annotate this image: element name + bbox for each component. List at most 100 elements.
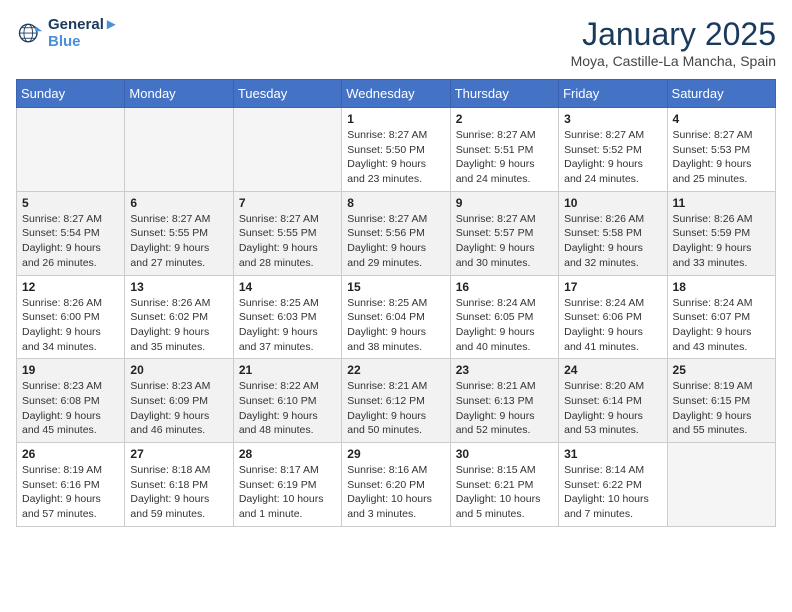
day-info: Sunrise: 8:26 AMSunset: 5:58 PMDaylight:…: [564, 212, 661, 271]
calendar-cell: [17, 108, 125, 192]
calendar-cell: 27 Sunrise: 8:18 AMSunset: 6:18 PMDayligh…: [125, 443, 233, 527]
day-number: 21: [239, 363, 336, 377]
day-number: 17: [564, 280, 661, 294]
day-number: 28: [239, 447, 336, 461]
day-info: Sunrise: 8:27 AMSunset: 5:51 PMDaylight:…: [456, 128, 553, 187]
calendar-cell: 19 Sunrise: 8:23 AMSunset: 6:08 PMDayligh…: [17, 359, 125, 443]
day-number: 10: [564, 196, 661, 210]
calendar-week-row: 12Sunrise: 8:26 AMSunset: 6:00 PMDayligh…: [17, 275, 776, 359]
day-info: Sunrise: 8:15 AMSunset: 6:21 PMDaylight:…: [456, 463, 553, 522]
day-info: Sunrise: 8:27 AMSunset: 5:57 PMDaylight:…: [456, 212, 553, 271]
calendar-cell: [233, 108, 341, 192]
calendar-cell: 4 Sunrise: 8:27 AMSunset: 5:53 PMDaylight…: [667, 108, 775, 192]
day-number: 23: [456, 363, 553, 377]
day-number: 27: [130, 447, 227, 461]
day-number: 18: [673, 280, 770, 294]
calendar-cell: 18 Sunrise: 8:24 AMSunset: 6:07 PMDayligh…: [667, 275, 775, 359]
calendar-cell: 7Sunrise: 8:27 AMSunset: 5:55 PMDaylight…: [233, 191, 341, 275]
day-info: Sunrise: 8:27 AMSunset: 5:53 PMDaylight:…: [673, 128, 770, 187]
logo: General► Blue: [16, 16, 119, 50]
calendar-week-row: 26 Sunrise: 8:19 AMSunset: 6:16 PMDayligh…: [17, 443, 776, 527]
calendar-col-header: Thursday: [450, 80, 558, 108]
day-number: 29: [347, 447, 444, 461]
day-info: Sunrise: 8:23 AMSunset: 6:09 PMDaylight:…: [130, 379, 227, 438]
day-number: 24: [564, 363, 661, 377]
day-info: Sunrise: 8:27 AMSunset: 5:52 PMDaylight:…: [564, 128, 661, 187]
calendar-cell: 12Sunrise: 8:26 AMSunset: 6:00 PMDayligh…: [17, 275, 125, 359]
calendar-cell: 1Sunrise: 8:27 AMSunset: 5:50 PMDaylight…: [342, 108, 450, 192]
calendar: SundayMondayTuesdayWednesdayThursdayFrid…: [16, 79, 776, 527]
day-number: 1: [347, 112, 444, 126]
day-info: Sunrise: 8:25 AMSunset: 6:04 PMDaylight:…: [347, 296, 444, 355]
calendar-week-row: 1Sunrise: 8:27 AMSunset: 5:50 PMDaylight…: [17, 108, 776, 192]
day-number: 8: [347, 196, 444, 210]
day-info: Sunrise: 8:24 AMSunset: 6:05 PMDaylight:…: [456, 296, 553, 355]
calendar-cell: 3 Sunrise: 8:27 AMSunset: 5:52 PMDaylight…: [559, 108, 667, 192]
calendar-cell: 11 Sunrise: 8:26 AMSunset: 5:59 PMDayligh…: [667, 191, 775, 275]
day-info: Sunrise: 8:16 AMSunset: 6:20 PMDaylight:…: [347, 463, 444, 522]
day-info: Sunrise: 8:26 AMSunset: 5:59 PMDaylight:…: [673, 212, 770, 271]
calendar-cell: 20Sunrise: 8:23 AMSunset: 6:09 PMDayligh…: [125, 359, 233, 443]
location: Moya, Castille-La Mancha, Spain: [571, 53, 776, 69]
logo-icon: [16, 19, 44, 47]
day-number: 26: [22, 447, 119, 461]
calendar-cell: 13 Sunrise: 8:26 AMSunset: 6:02 PMDayligh…: [125, 275, 233, 359]
day-number: 22: [347, 363, 444, 377]
day-info: Sunrise: 8:19 AMSunset: 6:16 PMDaylight:…: [22, 463, 119, 522]
day-info: Sunrise: 8:20 AMSunset: 6:14 PMDaylight:…: [564, 379, 661, 438]
day-number: 5: [22, 196, 119, 210]
calendar-cell: 14Sunrise: 8:25 AMSunset: 6:03 PMDayligh…: [233, 275, 341, 359]
calendar-col-header: Monday: [125, 80, 233, 108]
calendar-cell: 29 Sunrise: 8:16 AMSunset: 6:20 PMDayligh…: [342, 443, 450, 527]
day-info: Sunrise: 8:24 AMSunset: 6:07 PMDaylight:…: [673, 296, 770, 355]
day-number: 15: [347, 280, 444, 294]
calendar-week-row: 19 Sunrise: 8:23 AMSunset: 6:08 PMDayligh…: [17, 359, 776, 443]
day-number: 3: [564, 112, 661, 126]
calendar-cell: [125, 108, 233, 192]
calendar-cell: 9 Sunrise: 8:27 AMSunset: 5:57 PMDaylight…: [450, 191, 558, 275]
calendar-col-header: Friday: [559, 80, 667, 108]
calendar-cell: 21 Sunrise: 8:22 AMSunset: 6:10 PMDayligh…: [233, 359, 341, 443]
day-number: 16: [456, 280, 553, 294]
day-number: 13: [130, 280, 227, 294]
day-number: 2: [456, 112, 553, 126]
day-number: 11: [673, 196, 770, 210]
calendar-cell: 2 Sunrise: 8:27 AMSunset: 5:51 PMDaylight…: [450, 108, 558, 192]
day-info: Sunrise: 8:18 AMSunset: 6:18 PMDaylight:…: [130, 463, 227, 522]
day-info: Sunrise: 8:26 AMSunset: 6:02 PMDaylight:…: [130, 296, 227, 355]
calendar-cell: 23 Sunrise: 8:21 AMSunset: 6:13 PMDayligh…: [450, 359, 558, 443]
day-info: Sunrise: 8:23 AMSunset: 6:08 PMDaylight:…: [22, 379, 119, 438]
day-info: Sunrise: 8:17 AMSunset: 6:19 PMDaylight:…: [239, 463, 336, 522]
day-info: Sunrise: 8:19 AMSunset: 6:15 PMDaylight:…: [673, 379, 770, 438]
day-number: 12: [22, 280, 119, 294]
calendar-cell: 30Sunrise: 8:15 AMSunset: 6:21 PMDayligh…: [450, 443, 558, 527]
day-number: 31: [564, 447, 661, 461]
calendar-cell: 15 Sunrise: 8:25 AMSunset: 6:04 PMDayligh…: [342, 275, 450, 359]
day-number: 4: [673, 112, 770, 126]
calendar-cell: 24 Sunrise: 8:20 AMSunset: 6:14 PMDayligh…: [559, 359, 667, 443]
day-number: 25: [673, 363, 770, 377]
day-info: Sunrise: 8:21 AMSunset: 6:13 PMDaylight:…: [456, 379, 553, 438]
calendar-cell: 5 Sunrise: 8:27 AMSunset: 5:54 PMDaylight…: [17, 191, 125, 275]
calendar-cell: 8Sunrise: 8:27 AMSunset: 5:56 PMDaylight…: [342, 191, 450, 275]
calendar-col-header: Wednesday: [342, 80, 450, 108]
calendar-cell: 25 Sunrise: 8:19 AMSunset: 6:15 PMDayligh…: [667, 359, 775, 443]
calendar-cell: 22 Sunrise: 8:21 AMSunset: 6:12 PMDayligh…: [342, 359, 450, 443]
day-info: Sunrise: 8:27 AMSunset: 5:55 PMDaylight:…: [130, 212, 227, 271]
day-info: Sunrise: 8:21 AMSunset: 6:12 PMDaylight:…: [347, 379, 444, 438]
day-info: Sunrise: 8:27 AMSunset: 5:54 PMDaylight:…: [22, 212, 119, 271]
calendar-cell: 6Sunrise: 8:27 AMSunset: 5:55 PMDaylight…: [125, 191, 233, 275]
day-info: Sunrise: 8:27 AMSunset: 5:55 PMDaylight:…: [239, 212, 336, 271]
calendar-week-row: 5 Sunrise: 8:27 AMSunset: 5:54 PMDaylight…: [17, 191, 776, 275]
day-number: 19: [22, 363, 119, 377]
day-info: Sunrise: 8:14 AMSunset: 6:22 PMDaylight:…: [564, 463, 661, 522]
day-info: Sunrise: 8:22 AMSunset: 6:10 PMDaylight:…: [239, 379, 336, 438]
calendar-col-header: Tuesday: [233, 80, 341, 108]
day-info: Sunrise: 8:24 AMSunset: 6:06 PMDaylight:…: [564, 296, 661, 355]
day-info: Sunrise: 8:25 AMSunset: 6:03 PMDaylight:…: [239, 296, 336, 355]
title-block: January 2025 Moya, Castille-La Mancha, S…: [571, 16, 776, 69]
page-header: General► Blue January 2025 Moya, Castill…: [16, 16, 776, 69]
calendar-cell: [667, 443, 775, 527]
calendar-cell: 10 Sunrise: 8:26 AMSunset: 5:58 PMDayligh…: [559, 191, 667, 275]
day-number: 9: [456, 196, 553, 210]
